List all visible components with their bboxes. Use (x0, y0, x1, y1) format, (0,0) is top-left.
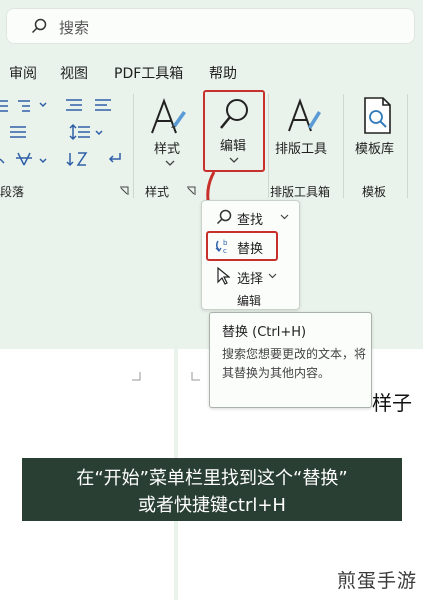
template-library-icon[interactable] (362, 96, 394, 136)
menu-pdf-toolbox[interactable]: PDF工具箱 (114, 63, 183, 83)
document-text-fragment: 样子 (372, 391, 412, 415)
watermark: 煎蛋手游 (336, 570, 417, 592)
edit-button-label: 编辑 (220, 139, 247, 154)
styles-icon[interactable] (149, 97, 187, 137)
svg-text:c: c (223, 247, 227, 255)
caption-line-2: 或者快捷键ctrl+H (138, 495, 286, 516)
margin-corner-mark (191, 372, 200, 381)
group-label-layout-tools: 排版工具箱 (270, 185, 331, 199)
separator (268, 94, 269, 198)
replace-menu-item-label: 替换 (237, 242, 264, 257)
svg-text:b: b (223, 239, 228, 247)
find-magnifier-icon (220, 99, 248, 129)
search-icon (31, 18, 47, 38)
search-placeholder: 搜索 (59, 19, 90, 37)
select-menu-item[interactable]: 选择 (237, 268, 263, 287)
separator (407, 94, 408, 198)
tooltip-description: 搜索您想要更改的文本，将其替换为其他内容。 (222, 347, 367, 380)
search-bar[interactable]: 搜索 (6, 8, 415, 44)
edit-dropdown-menu: 查找 b c 替换 选择 编辑 (201, 200, 300, 310)
layout-tool-icon[interactable] (286, 97, 322, 135)
separator (133, 94, 134, 198)
select-cursor-icon (217, 267, 230, 285)
group-label-styles: 样式 (145, 185, 170, 199)
tooltip-title: 替换 (Ctrl+H) (222, 325, 307, 340)
dialog-launcher-icon[interactable] (186, 186, 196, 196)
styles-button-label[interactable]: 样式 (154, 138, 180, 157)
dialog-launcher-icon[interactable] (119, 186, 129, 196)
replace-icon: b c (215, 239, 228, 255)
video-caption: 在“开始”菜单栏里找到这个“替换” 或者快捷键ctrl+H (22, 458, 402, 521)
menu-help[interactable]: 帮助 (209, 63, 237, 83)
template-library-button-label[interactable]: 模板库 (355, 138, 394, 157)
margin-corner-mark (132, 372, 141, 381)
chevron-down-icon (229, 157, 239, 163)
group-label-paragraph: 段落 (0, 185, 25, 199)
menu-review[interactable]: 审阅 (9, 63, 37, 83)
caption-line-1: 在“开始”菜单栏里找到这个“替换” (76, 468, 348, 489)
replace-tooltip: 替换 (Ctrl+H) 搜索您想要更改的文本，将其替换为其他内容。 (209, 312, 372, 408)
chevron-down-icon[interactable] (165, 160, 175, 166)
group-label-template: 模板 (362, 185, 387, 199)
find-icon (216, 209, 232, 225)
menu-view[interactable]: 视图 (60, 63, 88, 83)
chevron-down-icon[interactable] (280, 214, 289, 220)
find-menu-item[interactable]: 查找 (237, 209, 263, 228)
separator (343, 94, 344, 198)
layout-tool-button-label[interactable]: 排版工具 (275, 138, 327, 157)
paragraph-tools-icon[interactable] (0, 97, 125, 177)
chevron-down-icon[interactable] (268, 273, 277, 279)
dropdown-footer-label: 编辑 (237, 294, 262, 308)
